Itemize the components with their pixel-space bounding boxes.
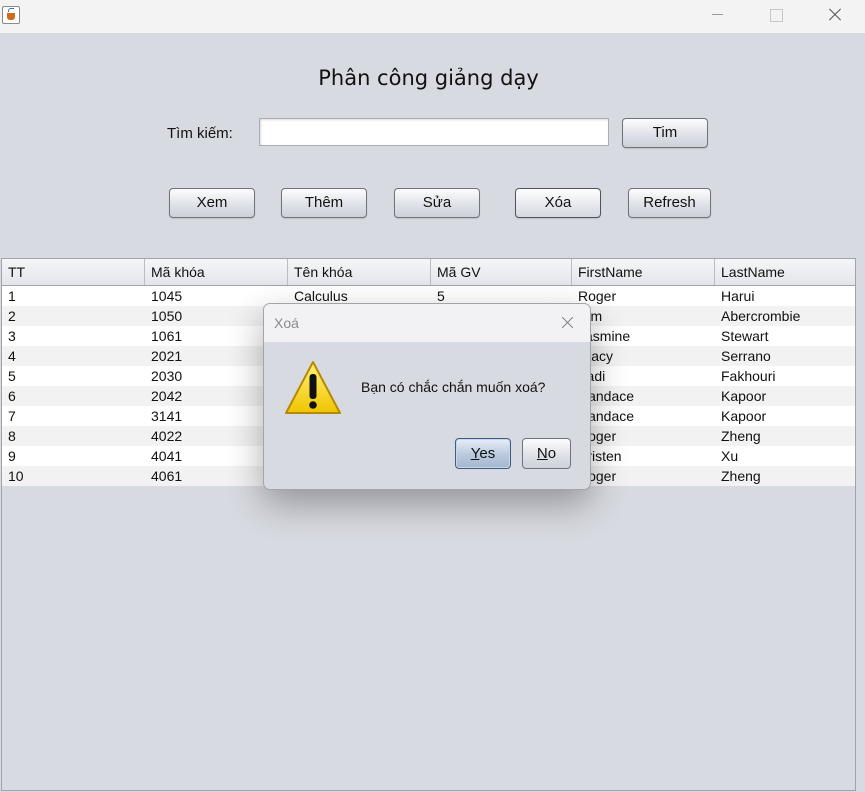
yes-button[interactable]: Yes — [455, 438, 511, 469]
dialog-titlebar: Xoá — [264, 304, 590, 342]
column-header-course-name[interactable]: Tên khóa — [288, 259, 431, 285]
add-button[interactable]: Thêm — [281, 188, 367, 218]
cell-lastname: Serrano — [721, 348, 771, 364]
cell-tt: 9 — [8, 448, 16, 464]
cell-firstname: Kristen — [578, 448, 622, 464]
cell-lastname: Kapoor — [721, 388, 767, 404]
no-button[interactable]: No — [522, 438, 571, 469]
maximize-button[interactable] — [751, 0, 801, 30]
refresh-button[interactable]: Refresh — [628, 188, 711, 218]
dialog-close-icon[interactable] — [556, 312, 580, 334]
yes-label-rest: es — [479, 445, 496, 462]
no-label-rest: o — [547, 445, 557, 462]
view-button[interactable]: Xem — [169, 188, 255, 218]
dialog-message: Bạn có chắc chắn muốn xoá? — [361, 379, 546, 395]
cell-firstname: Roger — [578, 428, 617, 444]
search-button[interactable]: Tim — [622, 118, 708, 148]
warning-icon — [285, 361, 341, 414]
cell-lastname: Stewart — [721, 328, 769, 344]
cell-lastname: Abercrombie — [721, 308, 801, 324]
search-label: Tìm kiếm: — [167, 125, 233, 142]
cell-tt: 3 — [8, 328, 16, 344]
cell-lastname: Zheng — [721, 428, 761, 444]
cell-firstname: Roger — [578, 288, 617, 304]
cell-lastname: Fakhouri — [721, 368, 776, 384]
cell-tt: 2 — [8, 308, 16, 324]
cell-tt: 10 — [8, 468, 24, 484]
cell-tt: 8 — [8, 428, 16, 444]
java-app-icon[interactable] — [2, 6, 20, 24]
cell-lastname: Zheng — [721, 468, 761, 484]
cell-firstname: Candace — [578, 408, 635, 424]
cell-lastname: Xu — [721, 448, 739, 464]
dialog-title: Xoá — [274, 315, 299, 331]
table-header: TT Mã khóa Tên khóa Mã GV FirstName Last… — [2, 259, 855, 286]
minimize-button[interactable] — [692, 0, 742, 30]
cell-tt: 6 — [8, 388, 16, 404]
no-mnemonic: N — [536, 445, 548, 462]
cell-tt: 7 — [8, 408, 16, 424]
cell-tt: 1 — [8, 288, 16, 304]
cell-tt: 4 — [8, 348, 16, 364]
column-header-course-id[interactable]: Mã khóa — [145, 259, 288, 285]
column-header-tt[interactable]: TT — [2, 259, 145, 285]
cell-tt: 5 — [8, 368, 16, 384]
window-titlebar — [0, 0, 865, 33]
column-header-firstname[interactable]: FirstName — [572, 259, 715, 285]
close-window-button[interactable] — [810, 0, 860, 30]
cell-firstname: Kim — [572, 306, 715, 326]
edit-button[interactable]: Sửa — [394, 188, 480, 218]
cell-lastname: Harui — [721, 288, 755, 304]
delete-confirm-dialog: Xoá Bạn có chắc chắn muốn xoá? Yes No — [263, 303, 591, 490]
page-title: Phân công giảng dạy — [318, 66, 539, 90]
search-input[interactable] — [259, 118, 609, 146]
cell-firstname: Candace — [578, 388, 635, 404]
cell-firstname: Jasmine — [578, 328, 631, 344]
cell-firstname: Fadi — [578, 368, 606, 384]
column-header-lastname[interactable]: LastName — [715, 259, 855, 285]
delete-button[interactable]: Xóa — [515, 188, 601, 218]
cell-firstname: Stacy — [578, 348, 614, 364]
cell-lastname: Kapoor — [721, 408, 767, 424]
column-header-teacher-id[interactable]: Mã GV — [431, 259, 572, 285]
cell-firstname: Roger — [578, 468, 617, 484]
